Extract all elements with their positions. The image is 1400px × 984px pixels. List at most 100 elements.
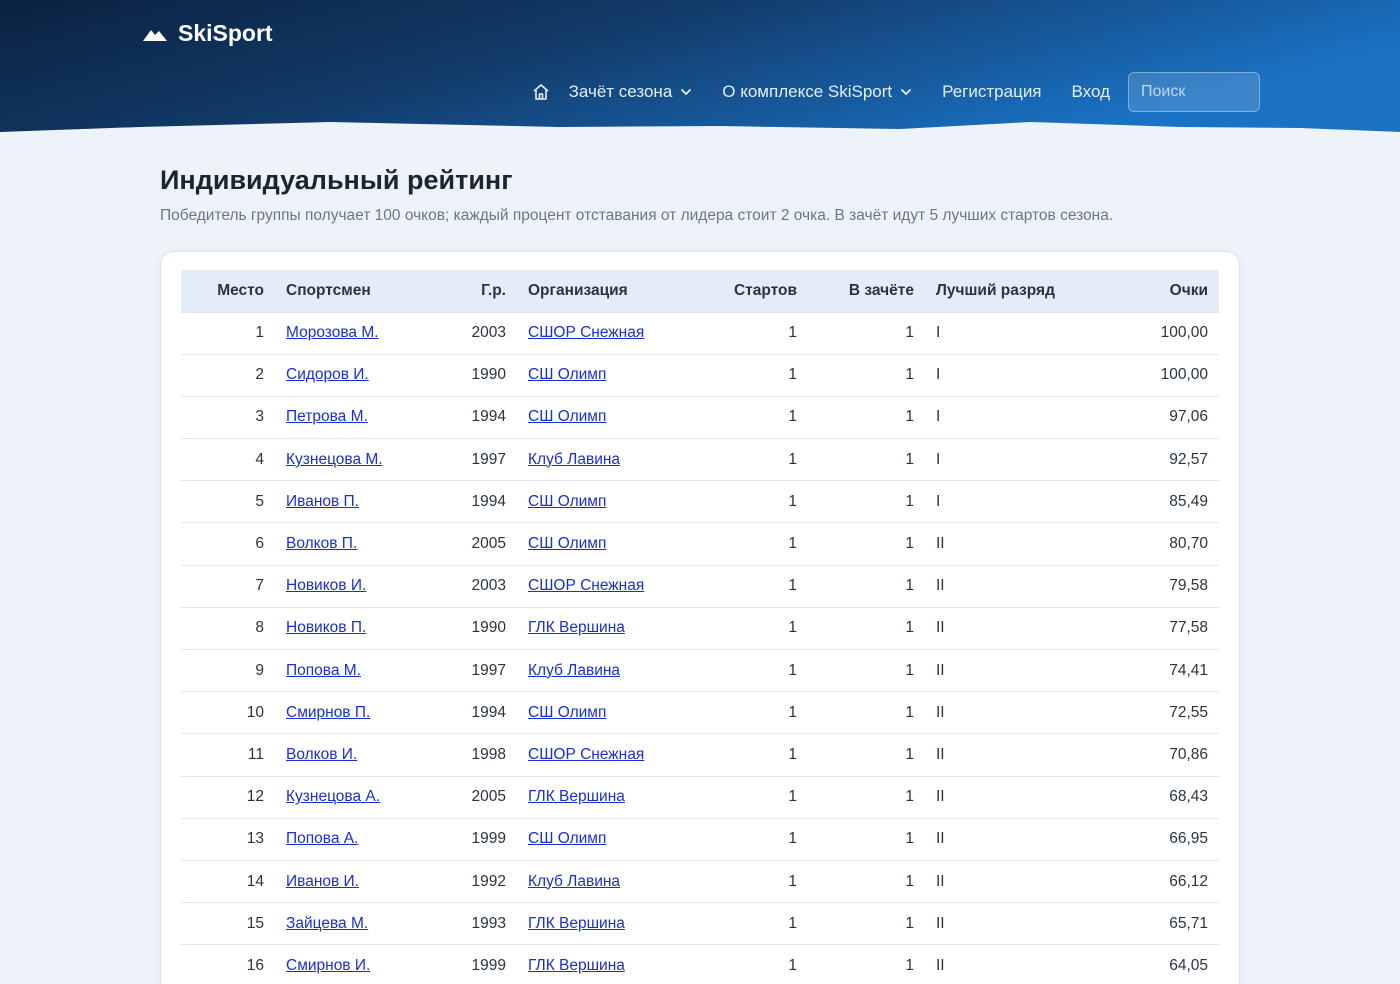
organization-link[interactable]: СШ Олимп [528, 830, 606, 847]
cell-starts: 1 [675, 480, 808, 523]
organization-link[interactable]: СШ Олимп [528, 366, 606, 383]
cell-points: 66,12 [1078, 859, 1219, 903]
athlete-link[interactable]: Волков П. [286, 535, 357, 552]
cell-place: 5 [181, 480, 275, 523]
cell-points: 70,86 [1078, 733, 1219, 777]
athlete-link[interactable]: Иванов И. [286, 873, 359, 890]
athlete-link[interactable]: Зайцева М. [286, 915, 368, 932]
brand-logo[interactable]: SkiSport [142, 20, 273, 47]
cell-points: 80,70 [1078, 522, 1219, 566]
athlete-link[interactable]: Попова М. [286, 662, 361, 679]
organization-link[interactable]: СШОР Снежная [528, 577, 644, 594]
cell-points: 97,06 [1078, 395, 1219, 439]
organization-link[interactable]: СШОР Снежная [528, 746, 644, 763]
organization-link[interactable]: Клуб Лавина [528, 873, 620, 890]
nav-registration-label: Регистрация [942, 82, 1042, 101]
cell-points: 100,00 [1078, 311, 1219, 355]
athlete-link[interactable]: Смирнов П. [286, 704, 370, 721]
cell-birth-year: 2003 [415, 311, 517, 355]
cell-org: ГЛК Вершина [517, 902, 675, 945]
athlete-link[interactable]: Кузнецова А. [286, 788, 380, 805]
organization-link[interactable]: ГЛК Вершина [528, 915, 625, 932]
cell-place: 8 [181, 606, 275, 650]
organization-link[interactable]: СШ Олимп [528, 493, 606, 510]
table-header-row: Место Спортсмен Г.р. Организация Стартов… [181, 270, 1219, 312]
cell-best-rank: II [925, 564, 1078, 608]
cell-athlete: Зайцева М. [275, 902, 415, 945]
cell-counted: 1 [808, 902, 925, 945]
cell-counted: 1 [808, 775, 925, 819]
site-header: SkiSport Зачёт сезона О комплексе SkiSpo… [0, 0, 1400, 140]
organization-link[interactable]: СШ Олимп [528, 408, 606, 425]
table-row: 4 Кузнецова М. 1997 Клуб Лавина 1 1 I 92,57 [181, 438, 1219, 481]
column-header-starts[interactable]: Стартов [675, 270, 808, 312]
cell-birth-year: 1999 [415, 817, 517, 861]
nav-season-standings[interactable]: Зачёт сезона [569, 82, 693, 102]
cell-org: Клуб Лавина [517, 648, 675, 692]
athlete-link[interactable]: Сидоров И. [286, 366, 369, 383]
column-header-best-rank[interactable]: Лучший разряд [925, 270, 1078, 312]
cell-birth-year: 1994 [415, 395, 517, 439]
cell-org: ГЛК Вершина [517, 775, 675, 819]
column-header-birth-year[interactable]: Г.р. [415, 270, 517, 312]
cell-counted: 1 [808, 944, 925, 984]
home-icon [533, 84, 549, 100]
cell-athlete: Новиков П. [275, 606, 415, 650]
organization-link[interactable]: Клуб Лавина [528, 662, 620, 679]
athlete-link[interactable]: Новиков И. [286, 577, 366, 594]
organization-link[interactable]: ГЛК Вершина [528, 957, 625, 974]
athlete-link[interactable]: Смирнов И. [286, 957, 370, 974]
cell-athlete: Сидоров И. [275, 353, 415, 397]
column-header-athlete[interactable]: Спортсмен [275, 270, 415, 312]
organization-link[interactable]: СШОР Снежная [528, 324, 644, 341]
search-input[interactable] [1128, 72, 1260, 112]
cell-counted: 1 [808, 606, 925, 650]
cell-birth-year: 1997 [415, 648, 517, 692]
organization-link[interactable]: СШ Олимп [528, 535, 606, 552]
organization-link[interactable]: СШ Олимп [528, 704, 606, 721]
athlete-link[interactable]: Иванов П. [286, 493, 359, 510]
cell-counted: 1 [808, 353, 925, 397]
organization-link[interactable]: ГЛК Вершина [528, 788, 625, 805]
column-header-organization[interactable]: Организация [517, 270, 675, 312]
cell-org: СШ Олимп [517, 353, 675, 397]
cell-points: 74,41 [1078, 648, 1219, 692]
cell-athlete: Волков П. [275, 522, 415, 566]
cell-org: СШОР Снежная [517, 564, 675, 608]
cell-counted: 1 [808, 859, 925, 903]
nav-login[interactable]: Вход [1072, 82, 1110, 102]
cell-best-rank: I [925, 311, 1078, 355]
cell-points: 66,95 [1078, 817, 1219, 861]
cell-starts: 1 [675, 733, 808, 777]
cell-org: СШОР Снежная [517, 733, 675, 777]
athlete-link[interactable]: Новиков П. [286, 619, 366, 636]
cell-place: 4 [181, 438, 275, 481]
cell-counted: 1 [808, 733, 925, 777]
athlete-link[interactable]: Волков И. [286, 746, 357, 763]
athlete-link[interactable]: Петрова М. [286, 408, 368, 425]
organization-link[interactable]: Клуб Лавина [528, 451, 620, 468]
table-row: 12 Кузнецова А. 2005 ГЛК Вершина 1 1 II 68,43 [181, 775, 1219, 819]
cell-starts: 1 [675, 859, 808, 903]
cell-best-rank: II [925, 817, 1078, 861]
nav-about[interactable]: О комплексе SkiSport [722, 82, 912, 102]
athlete-link[interactable]: Морозова М. [286, 324, 379, 341]
cell-org: СШОР Снежная [517, 311, 675, 355]
athlete-link[interactable]: Кузнецова М. [286, 451, 383, 468]
cell-birth-year: 1994 [415, 691, 517, 734]
column-header-place[interactable]: Место [181, 270, 275, 312]
nav-registration[interactable]: Регистрация [942, 82, 1041, 102]
chevron-down-icon [901, 88, 912, 96]
cell-org: СШ Олимп [517, 395, 675, 439]
athlete-link[interactable]: Попова А. [286, 830, 358, 847]
column-header-counted[interactable]: В зачёте [808, 270, 925, 312]
cell-counted: 1 [808, 522, 925, 566]
cell-athlete: Новиков И. [275, 564, 415, 608]
cell-starts: 1 [675, 311, 808, 355]
cell-points: 68,43 [1078, 775, 1219, 819]
rating-table: Место Спортсмен Г.р. Организация Стартов… [181, 270, 1219, 984]
column-header-points[interactable]: Очки [1078, 270, 1219, 312]
organization-link[interactable]: ГЛК Вершина [528, 619, 625, 636]
cell-best-rank: I [925, 395, 1078, 439]
nav-home[interactable] [531, 82, 551, 102]
